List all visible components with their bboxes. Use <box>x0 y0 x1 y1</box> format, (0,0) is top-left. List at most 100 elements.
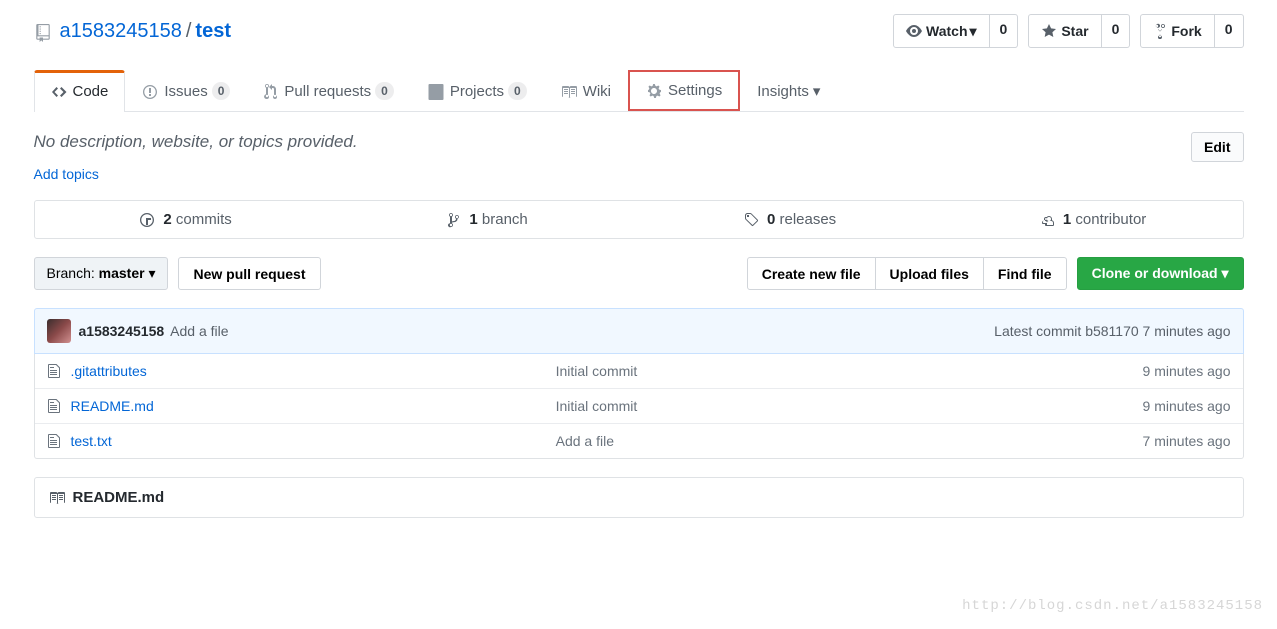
file-time: 9 minutes ago <box>1143 398 1231 414</box>
branch-count: 1 <box>469 211 477 228</box>
tab-settings-label: Settings <box>668 82 722 99</box>
watermark: http://blog.csdn.net/a1583245158 <box>962 598 1263 614</box>
releases-count: 0 <box>767 211 775 228</box>
fork-label: Fork <box>1171 21 1201 41</box>
file-row: test.txt Add a file 7 minutes ago <box>35 423 1243 458</box>
file-time: 7 minutes ago <box>1143 433 1231 449</box>
people-icon <box>1037 211 1055 228</box>
create-file-button[interactable]: Create new file <box>747 257 876 290</box>
tab-settings[interactable]: Settings <box>628 70 740 111</box>
new-pr-button[interactable]: New pull request <box>178 257 320 290</box>
repo-link[interactable]: test <box>195 20 231 43</box>
star-icon <box>1041 21 1057 41</box>
readme-box: README.md <box>34 477 1244 518</box>
caret-down-icon: ▾ <box>1221 265 1228 281</box>
fork-icon <box>1153 21 1167 41</box>
file-icon <box>47 363 61 379</box>
commits-label: commits <box>176 211 232 228</box>
contrib-count: 1 <box>1063 211 1071 228</box>
history-icon <box>139 211 155 228</box>
sep: / <box>186 20 192 43</box>
code-icon <box>51 83 67 100</box>
branch-prefix: Branch: <box>47 265 99 281</box>
edit-button[interactable]: Edit <box>1191 132 1243 162</box>
branch-name: master <box>99 265 145 281</box>
tab-pulls[interactable]: Pull requests 0 <box>247 70 410 111</box>
file-row: README.md Initial commit 9 minutes ago <box>35 388 1243 423</box>
branch-label: branch <box>482 211 528 228</box>
star-label: Star <box>1061 21 1088 41</box>
watch-count[interactable]: 0 <box>990 14 1019 48</box>
projects-count: 0 <box>508 82 527 100</box>
latest-commit: Latest commit b581170 7 minutes ago <box>994 323 1230 339</box>
repo-description: No description, website, or topics provi… <box>34 132 358 152</box>
file-icon <box>47 398 61 414</box>
file-row: .gitattributes Initial commit 9 minutes … <box>35 354 1243 388</box>
commit-bar: a1583245158 Add a file Latest commit b58… <box>34 308 1244 354</box>
repo-actions: Watch ▾ 0 Star 0 Fork 0 <box>893 14 1243 48</box>
branch-icon <box>447 211 461 228</box>
caret-down-icon: ▾ <box>970 21 977 41</box>
upload-files-button[interactable]: Upload files <box>875 257 984 290</box>
tab-insights-label: Insights <box>757 83 809 100</box>
stat-commits[interactable]: 2 commits <box>35 201 337 238</box>
contrib-label: contributor <box>1075 211 1146 228</box>
stat-branches[interactable]: 1 branch <box>337 201 639 238</box>
issues-icon <box>142 83 158 100</box>
tab-projects[interactable]: Projects 0 <box>411 70 544 111</box>
commit-sha[interactable]: b581170 <box>1085 323 1138 339</box>
stat-releases[interactable]: 0 releases <box>639 201 941 238</box>
book-icon <box>49 489 65 506</box>
eye-icon <box>906 21 922 41</box>
commit-msg[interactable]: Add a file <box>170 323 228 339</box>
readme-title: README.md <box>73 489 165 506</box>
clone-label: Clone or download <box>1092 265 1218 281</box>
gear-icon <box>646 82 662 99</box>
file-msg[interactable]: Add a file <box>556 433 614 449</box>
repo-tabs: Code Issues 0 Pull requests 0 Projects 0… <box>34 70 1244 112</box>
repo-stats: 2 commits 1 branch 0 releases 1 contribu… <box>34 200 1244 239</box>
file-name[interactable]: .gitattributes <box>71 363 147 379</box>
tab-issues-label: Issues <box>164 83 207 100</box>
latest-label: Latest commit <box>994 323 1085 339</box>
tab-issues[interactable]: Issues 0 <box>125 70 247 111</box>
repo-icon <box>34 20 52 43</box>
caret-down-icon: ▾ <box>813 82 821 100</box>
branch-select[interactable]: Branch: master ▾ <box>34 257 169 290</box>
star-button[interactable]: Star <box>1028 14 1101 48</box>
avatar[interactable] <box>47 319 71 343</box>
desc-row: No description, website, or topics provi… <box>34 112 1244 166</box>
tab-insights[interactable]: Insights ▾ <box>740 70 837 111</box>
stat-contributors[interactable]: 1 contributor <box>941 201 1243 238</box>
commits-count: 2 <box>163 211 171 228</box>
book-icon <box>561 83 577 100</box>
caret-down-icon: ▾ <box>148 265 155 281</box>
owner-link[interactable]: a1583245158 <box>60 20 182 43</box>
file-name[interactable]: test.txt <box>71 433 112 449</box>
tab-wiki[interactable]: Wiki <box>544 70 628 111</box>
commit-time: 7 minutes ago <box>1139 323 1231 339</box>
issues-count: 0 <box>212 82 231 100</box>
file-name[interactable]: README.md <box>71 398 154 414</box>
releases-label: releases <box>779 211 836 228</box>
clone-button[interactable]: Clone or download ▾ <box>1077 257 1244 290</box>
fork-button[interactable]: Fork <box>1140 14 1214 48</box>
file-icon <box>47 433 61 449</box>
file-msg[interactable]: Initial commit <box>556 363 638 379</box>
find-file-button[interactable]: Find file <box>983 257 1067 290</box>
tab-wiki-label: Wiki <box>583 83 611 100</box>
tab-code-label: Code <box>73 83 109 100</box>
tab-code[interactable]: Code <box>34 70 126 112</box>
pulls-count: 0 <box>375 82 394 100</box>
star-count[interactable]: 0 <box>1102 14 1131 48</box>
commit-user[interactable]: a1583245158 <box>79 323 165 339</box>
watch-label: Watch <box>926 21 967 41</box>
fork-count[interactable]: 0 <box>1215 14 1244 48</box>
watch-button[interactable]: Watch ▾ <box>893 14 990 48</box>
file-msg[interactable]: Initial commit <box>556 398 638 414</box>
tag-icon <box>743 211 759 228</box>
file-time: 9 minutes ago <box>1143 363 1231 379</box>
projects-icon <box>428 83 444 100</box>
add-topics-link[interactable]: Add topics <box>34 166 99 182</box>
pr-icon <box>264 83 278 100</box>
